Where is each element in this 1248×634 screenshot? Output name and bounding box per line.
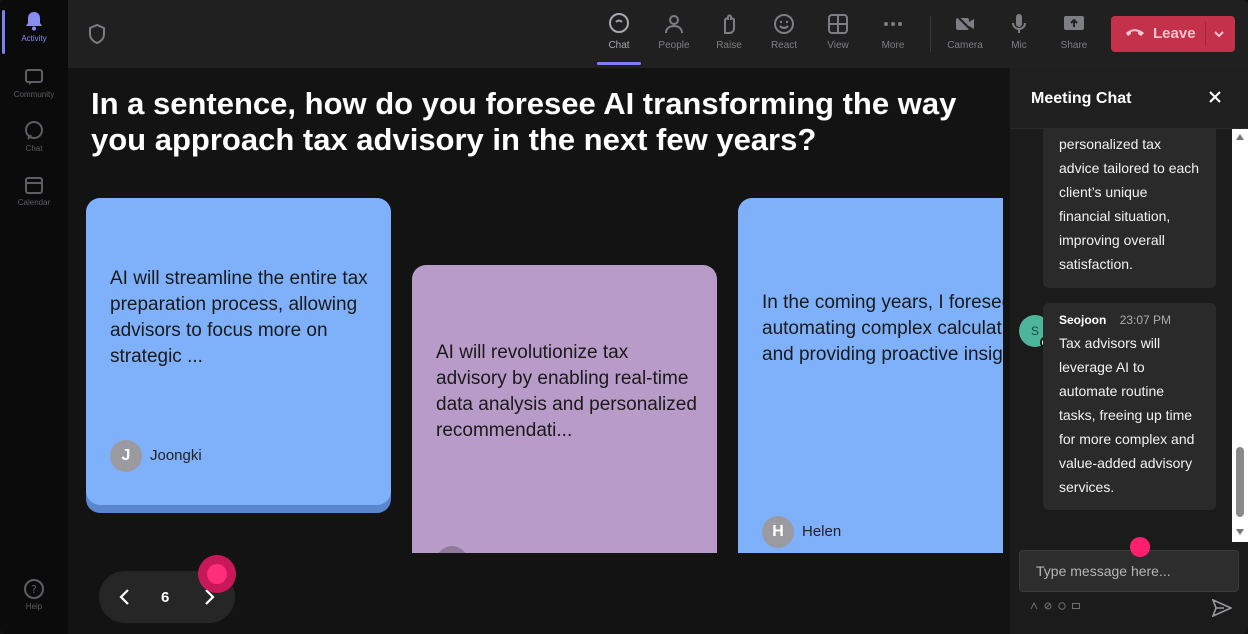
leave-button[interactable]: Leave: [1111, 16, 1235, 52]
message-text: Tax advisors will leverage AI to automat…: [1059, 335, 1195, 495]
response-author: J Joongki: [110, 440, 202, 472]
bell-icon: [26, 12, 42, 31]
message-sender: Seojoon: [1059, 313, 1107, 327]
page-number: 6: [161, 589, 170, 606]
scroll-up-icon[interactable]: [1236, 134, 1244, 140]
share-screen-icon: [1064, 16, 1084, 30]
rail-item-label: Community: [13, 90, 55, 99]
gif-icon[interactable]: [1072, 602, 1080, 610]
attach-icon[interactable]: [1044, 602, 1052, 610]
format-icon[interactable]: [1030, 602, 1038, 610]
svg-text:?: ?: [31, 583, 37, 596]
camera-off-icon: [955, 14, 975, 34]
meeting-toolbar: Chat People Raise React View More Camera: [68, 0, 1248, 68]
author-name: Joongki: [150, 447, 202, 464]
chat-scrollbar[interactable]: [1232, 129, 1248, 542]
toolbar-raise-button[interactable]: Raise: [704, 12, 754, 51]
chat-title: Meeting Chat: [1031, 90, 1132, 107]
grid-view-icon: [828, 14, 848, 34]
avatar: H: [762, 516, 794, 548]
toolbar-more-button[interactable]: More: [868, 12, 918, 51]
chat-message: Seojoon 23:07 PM Tax advisors will lever…: [1043, 303, 1216, 510]
toolbar-chat-button[interactable]: Chat: [594, 12, 644, 51]
message-time: 23:07 PM: [1119, 313, 1172, 327]
app-rail: Activity Community Chat Calendar ? Help: [0, 0, 68, 634]
send-icon[interactable]: [1212, 599, 1232, 617]
avatar-initial: S: [1030, 324, 1039, 338]
response-text: AI will streamline the entire tax prepar…: [110, 268, 368, 367]
rail-item-label: Help: [25, 602, 43, 611]
chat-header: Meeting Chat: [1010, 68, 1248, 129]
avatar: J: [110, 440, 142, 472]
toolbar-label: Share: [1060, 40, 1088, 51]
hang-up-icon: [1126, 29, 1144, 36]
author-name: Helen: [802, 523, 842, 540]
response-card[interactable]: AI will streamline the entire tax prepar…: [86, 198, 391, 505]
mic-icon: [1012, 14, 1026, 33]
message-input[interactable]: Type message here...: [1019, 550, 1239, 592]
toolbar-label: Raise: [716, 40, 742, 51]
scroll-down-icon[interactable]: [1236, 529, 1244, 535]
toolbar-camera-button[interactable]: Camera: [940, 12, 990, 51]
people-icon: [665, 15, 683, 34]
avatar: [436, 546, 468, 553]
smiley-icon: [774, 14, 794, 34]
toolbar-people-button[interactable]: People: [649, 12, 699, 51]
rail-item-chat[interactable]: Chat: [0, 120, 68, 153]
rail-item-help[interactable]: ? Help: [0, 578, 68, 611]
meeting-window: Activity Community Chat Calendar ? Help …: [0, 0, 1248, 634]
chat-message: personalized tax advice tailored to each…: [1043, 129, 1216, 288]
toolbar-label: Camera: [947, 40, 983, 51]
toolbar-label: People: [658, 40, 690, 51]
rail-item-calendar[interactable]: Calendar: [0, 174, 68, 207]
toolbar-react-button[interactable]: React: [759, 12, 809, 51]
help-icon: ?: [24, 579, 44, 599]
leave-label: Leave: [1153, 25, 1196, 42]
meeting-chat-panel: Meeting Chat personalized tax advice tai…: [1010, 68, 1248, 634]
close-icon[interactable]: [1208, 90, 1222, 104]
emoji-icon[interactable]: [1058, 602, 1066, 610]
chat-icon: [25, 121, 43, 140]
response-author: [436, 546, 476, 553]
response-card[interactable]: In the coming years, I foresee AI automa…: [738, 198, 1003, 553]
rail-item-label: Calendar: [17, 198, 51, 207]
question-title: In a sentence, how do you foresee AI tra…: [91, 86, 957, 157]
message-text: personalized tax advice tailored to each…: [1059, 136, 1200, 272]
scrollbar-thumb[interactable]: [1236, 447, 1244, 517]
chat-bubble-icon: [609, 13, 629, 33]
rail-item-community[interactable]: Community: [0, 66, 68, 99]
response-author: H Helen: [762, 516, 841, 548]
format-toolbar: [1030, 602, 1080, 610]
pointer-indicator: [198, 555, 236, 593]
leave-divider: [1205, 22, 1206, 46]
rail-item-label: Chat: [25, 144, 43, 153]
toolbar-view-button[interactable]: View: [813, 12, 863, 51]
toolbar-mic-button[interactable]: Mic: [994, 12, 1044, 51]
toolbar-separator: [930, 16, 931, 52]
response-text: AI will revolutionize tax advisory by en…: [436, 342, 697, 441]
toolbar-label: Mic: [1011, 40, 1027, 51]
raise-hand-icon: [724, 14, 735, 34]
response-text: In the coming years, I foresee AI automa…: [762, 292, 1003, 365]
active-tab-indicator: [597, 62, 641, 65]
chevron-left-icon[interactable]: [117, 587, 133, 607]
pointer-indicator: [1130, 537, 1150, 557]
chevron-down-icon[interactable]: [1213, 28, 1225, 40]
toolbar-label: More: [881, 40, 905, 51]
toolbar-share-button[interactable]: Share: [1049, 12, 1099, 51]
shield-icon[interactable]: [88, 24, 106, 44]
rail-item-activity[interactable]: Activity: [0, 10, 68, 54]
calendar-icon: [25, 177, 43, 194]
toolbar-label: Chat: [608, 40, 630, 51]
message-meta: Seojoon 23:07 PM: [1043, 303, 1216, 329]
response-cards: AI will streamline the entire tax prepar…: [68, 170, 1003, 553]
rail-item-label: Activity: [21, 34, 47, 43]
community-icon: [25, 69, 43, 85]
more-dots-icon: [884, 22, 902, 26]
response-card[interactable]: AI will revolutionize tax advisory by en…: [412, 265, 717, 553]
chat-messages[interactable]: personalized tax advice tailored to each…: [1010, 129, 1248, 542]
toolbar-label: React: [770, 40, 798, 51]
toolbar-label: View: [827, 40, 849, 51]
